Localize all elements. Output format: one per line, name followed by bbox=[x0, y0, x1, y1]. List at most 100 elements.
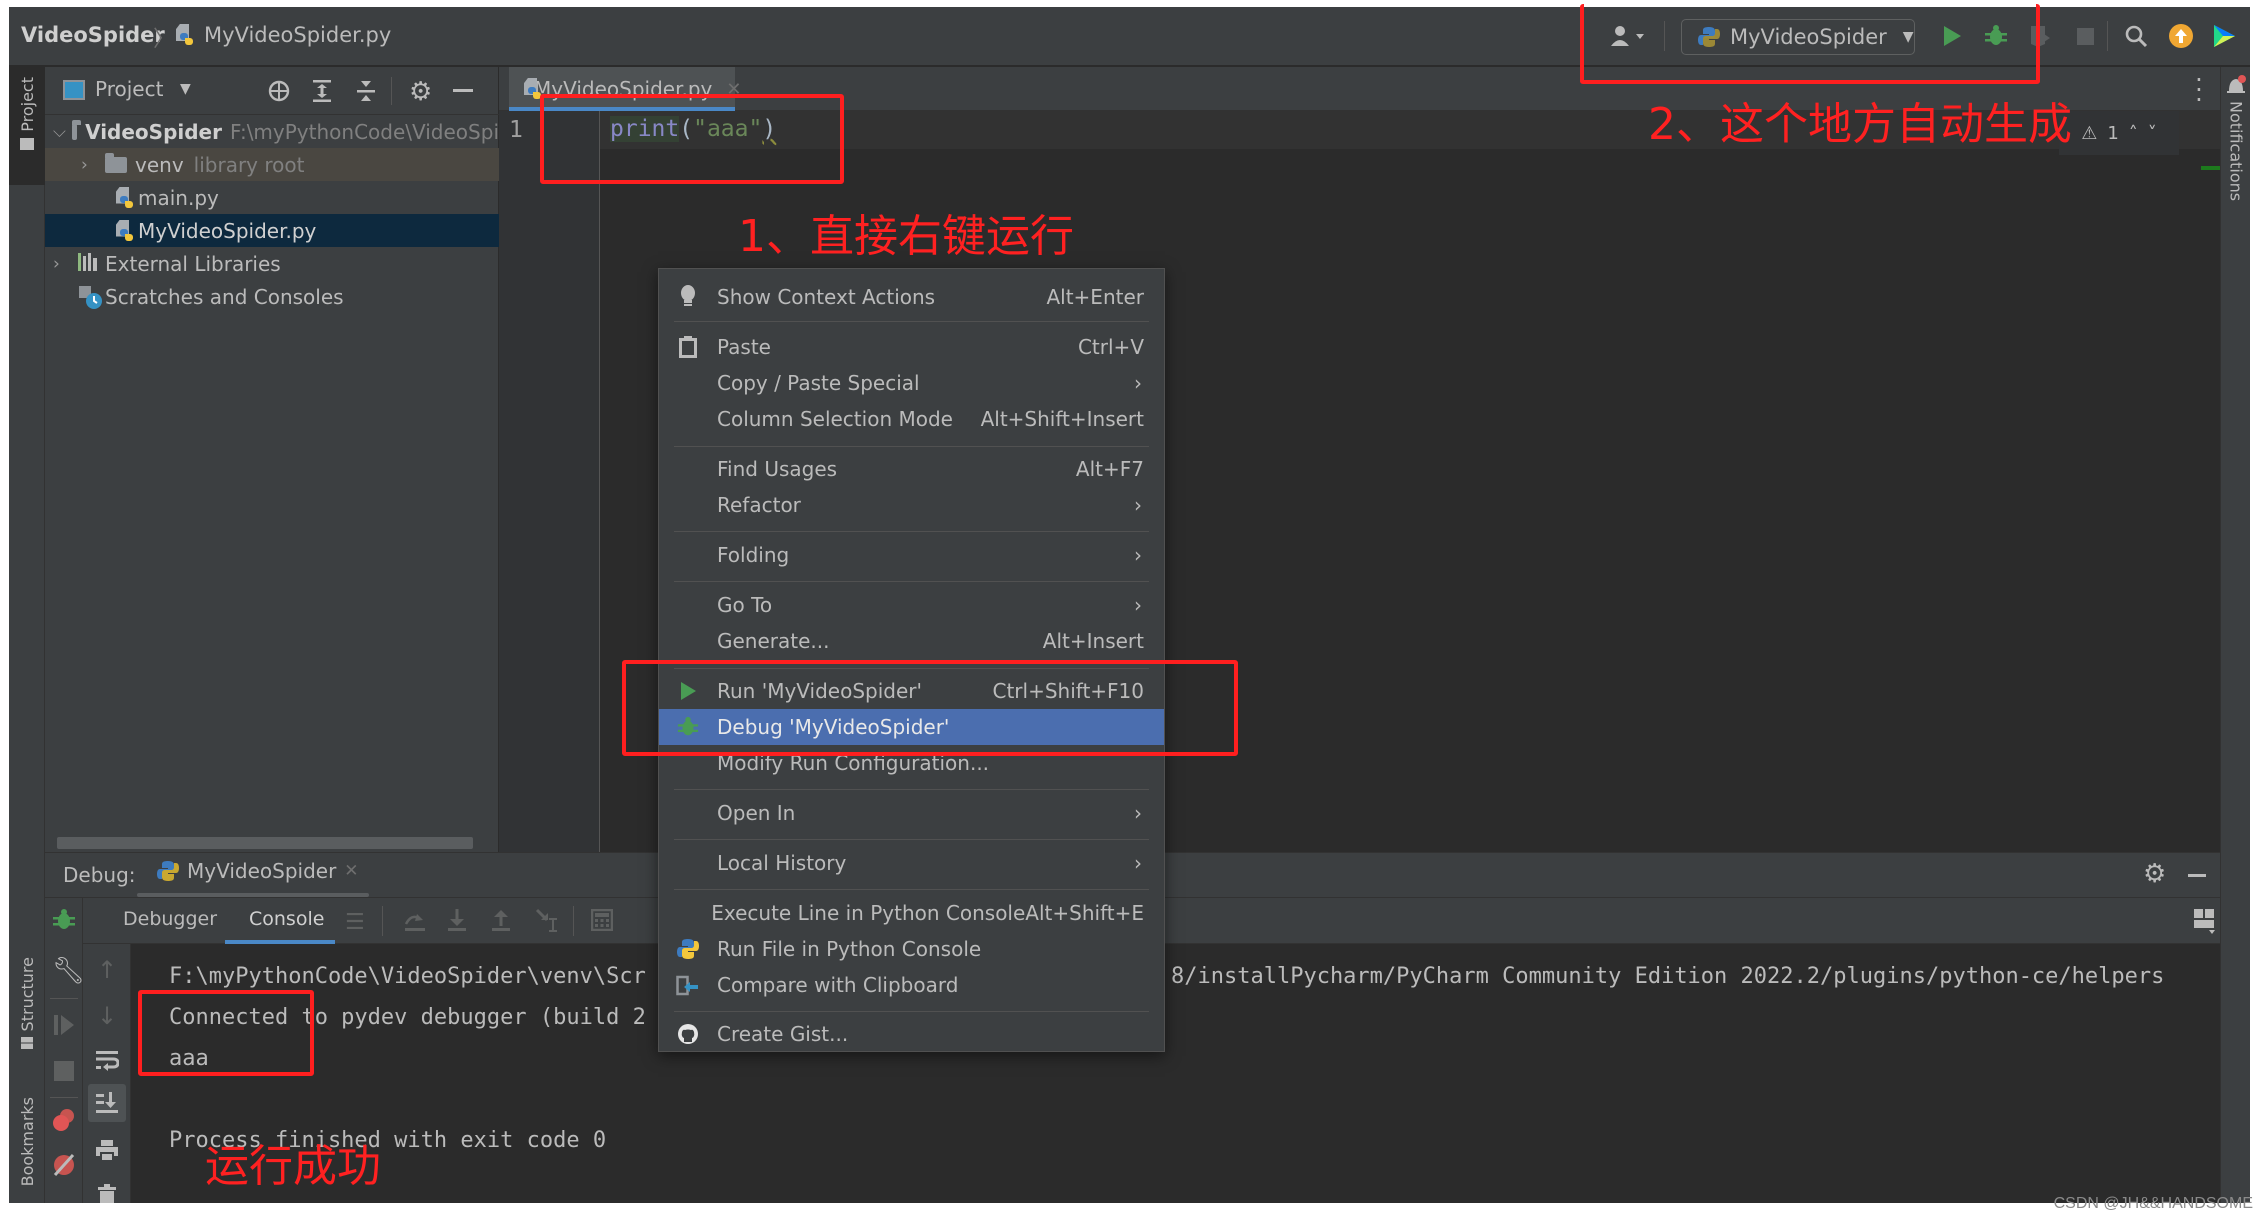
menu-item-open-in[interactable]: Open In › bbox=[659, 795, 1164, 831]
mute-breakpoints-icon[interactable] bbox=[52, 1153, 76, 1182]
debug-session-label: MyVideoSpider bbox=[187, 859, 337, 883]
chevron-up-icon[interactable]: ˄ bbox=[2129, 123, 2138, 144]
gear-icon[interactable]: ⚙ bbox=[409, 77, 432, 107]
locate-file-icon[interactable] bbox=[267, 79, 291, 108]
view-breakpoints-icon[interactable] bbox=[52, 1108, 76, 1137]
python-file-icon bbox=[175, 24, 193, 46]
scroll-to-end-button[interactable] bbox=[88, 1084, 126, 1122]
hide-panel-icon[interactable] bbox=[2188, 874, 2206, 877]
menu-item-go-to[interactable]: Go To › bbox=[659, 587, 1164, 623]
menu-item-label: Compare with Clipboard bbox=[717, 973, 959, 997]
menu-item-execute-line-in-console[interactable]: Execute Line in Python Console Alt+Shift… bbox=[659, 895, 1164, 931]
tree-item-main-py[interactable]: main.py bbox=[45, 181, 499, 214]
jetbrains-icon[interactable] bbox=[2209, 21, 2239, 51]
horizontal-scrollbar[interactable] bbox=[57, 837, 473, 849]
debug-icon[interactable] bbox=[52, 908, 76, 937]
chevron-down-icon[interactable]: ▼ bbox=[180, 81, 191, 97]
print-icon[interactable] bbox=[95, 1139, 119, 1168]
chevron-right-icon[interactable]: › bbox=[53, 254, 71, 274]
menu-item-local-history[interactable]: Local History › bbox=[659, 845, 1164, 881]
menu-item-label: Column Selection Mode bbox=[717, 407, 953, 431]
breadcrumb-file-label: MyVideoSpider.py bbox=[204, 23, 392, 47]
search-icon[interactable] bbox=[2121, 21, 2151, 51]
step-out-icon[interactable] bbox=[491, 908, 511, 937]
chevron-down-icon[interactable]: ⌵ bbox=[53, 122, 66, 142]
soft-wrap-icon[interactable] bbox=[95, 1049, 120, 1076]
breadcrumb-project[interactable]: VideoSpider bbox=[21, 23, 165, 47]
threads-icon[interactable]: ☰ bbox=[345, 910, 365, 935]
more-options-icon[interactable]: · · · bbox=[2194, 68, 2204, 112]
arrow-down-icon[interactable]: ↓ bbox=[97, 1002, 117, 1030]
menu-item-run-file-in-console[interactable]: Run File in Python Console bbox=[659, 931, 1164, 967]
tree-item-myvideospider-py[interactable]: MyVideoSpider.py bbox=[45, 214, 499, 247]
menu-item-label: Create Gist... bbox=[717, 1022, 849, 1046]
update-icon[interactable] bbox=[2166, 21, 2196, 51]
menu-item-label: Execute Line in Python Console bbox=[711, 901, 1026, 925]
project-tool-window: Project ▼ ⚙ ⌵ VideoSpider F:\myPythonCod… bbox=[45, 67, 499, 852]
console-output[interactable]: F:\myPythonCode\VideoSpider\venv\Scr 8/i… bbox=[131, 944, 2220, 1203]
step-into-icon[interactable] bbox=[447, 908, 467, 937]
tree-item-label: External Libraries bbox=[105, 251, 281, 276]
menu-item-label: Local History bbox=[717, 851, 847, 875]
annotation-box-run-debug bbox=[622, 660, 1238, 756]
gear-icon[interactable]: ⚙ bbox=[2143, 859, 2166, 889]
menu-item-copy-paste-special[interactable]: Copy / Paste Special › bbox=[659, 365, 1164, 401]
debug-session-tab[interactable]: MyVideoSpider ✕ bbox=[157, 859, 359, 883]
menu-separator bbox=[674, 839, 1149, 840]
editor-gutter: 1 bbox=[499, 111, 600, 852]
trash-icon[interactable] bbox=[97, 1184, 117, 1203]
tree-item-venv[interactable]: › venv library root bbox=[45, 148, 499, 181]
tree-item-external-libraries[interactable]: › External Libraries bbox=[45, 247, 499, 280]
menu-item-show-context-actions[interactable]: Show Context Actions Alt+Enter bbox=[659, 279, 1164, 315]
menu-item-label: Find Usages bbox=[717, 457, 838, 481]
arrow-up-icon[interactable]: ↑ bbox=[97, 956, 117, 984]
stripe-button-project[interactable]: Project bbox=[9, 67, 45, 185]
wrench-icon[interactable]: 🔧︎ bbox=[52, 956, 85, 986]
evaluate-expression-icon[interactable] bbox=[590, 908, 614, 936]
layout-options-icon[interactable] bbox=[2193, 908, 2215, 939]
stripe-button-bookmarks[interactable]: Bookmarks bbox=[9, 1097, 45, 1203]
tab-debugger[interactable]: Debugger bbox=[123, 908, 217, 930]
hide-panel-icon[interactable] bbox=[453, 89, 473, 92]
structure-icon bbox=[21, 1037, 33, 1050]
run-to-cursor-icon[interactable] bbox=[535, 908, 559, 939]
menu-item-refactor[interactable]: Refactor › bbox=[659, 487, 1164, 523]
console-side-toolbar: ↑ ↓ bbox=[83, 944, 131, 1203]
breadcrumb-separator: 〉 bbox=[153, 27, 176, 52]
stripe-button-structure[interactable]: Structure bbox=[9, 957, 45, 1077]
chevron-down-icon[interactable]: ˅ bbox=[2148, 123, 2157, 144]
compare-icon bbox=[659, 973, 717, 997]
menu-item-find-usages[interactable]: Find Usages Alt+F7 bbox=[659, 451, 1164, 487]
collapse-all-icon[interactable] bbox=[355, 79, 377, 108]
tree-item-project-root[interactable]: ⌵ VideoSpider F:\myPythonCode\VideoSpi bbox=[45, 115, 499, 148]
folder-icon bbox=[105, 152, 127, 173]
menu-item-create-gist[interactable]: Create Gist... bbox=[659, 1016, 1164, 1052]
stop-icon[interactable] bbox=[2070, 21, 2100, 51]
menu-separator bbox=[674, 581, 1149, 582]
close-icon[interactable]: ✕ bbox=[344, 861, 358, 881]
breadcrumb-file[interactable]: MyVideoSpider.py bbox=[175, 23, 391, 47]
chevron-right-icon: › bbox=[1134, 593, 1142, 617]
toolbar-divider bbox=[50, 998, 78, 999]
menu-item-generate[interactable]: Generate... Alt+Insert bbox=[659, 623, 1164, 659]
inspection-widget[interactable]: ⚠ 1 ˄ ˅ bbox=[2059, 111, 2179, 155]
menu-item-shortcut: Alt+Shift+E bbox=[1025, 901, 1144, 925]
tree-item-scratches[interactable]: Scratches and Consoles bbox=[45, 280, 499, 313]
watermark: CSDN @JH&&HANDSOME bbox=[2053, 1195, 2253, 1212]
tab-console[interactable]: Console bbox=[249, 908, 324, 930]
menu-item-folding[interactable]: Folding › bbox=[659, 537, 1164, 573]
resume-icon[interactable] bbox=[53, 1013, 75, 1042]
chevron-right-icon[interactable]: › bbox=[81, 155, 99, 175]
bell-icon bbox=[2227, 75, 2246, 93]
stripe-button-notifications[interactable]: Notifications bbox=[2224, 75, 2248, 201]
menu-item-column-selection-mode[interactable]: Column Selection Mode Alt+Shift+Insert bbox=[659, 401, 1164, 437]
step-over-icon[interactable] bbox=[403, 910, 427, 937]
project-view-selector[interactable]: Project bbox=[95, 77, 163, 101]
stop-icon[interactable] bbox=[54, 1061, 74, 1081]
debug-panel-title: Debug: bbox=[63, 863, 136, 887]
scratches-icon bbox=[79, 285, 102, 309]
menu-item-compare-with-clipboard[interactable]: Compare with Clipboard bbox=[659, 967, 1164, 1003]
expand-all-icon[interactable] bbox=[311, 79, 333, 108]
menu-item-label: Refactor bbox=[717, 493, 801, 517]
menu-item-paste[interactable]: Paste Ctrl+V bbox=[659, 329, 1164, 365]
